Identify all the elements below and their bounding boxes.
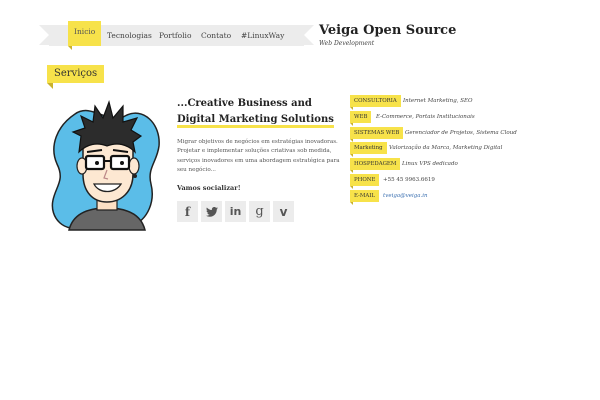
intro-headline-line2: Digital Marketing Solutions <box>177 114 334 128</box>
service-value: E-Commerce, Portais Institucionais <box>376 113 475 120</box>
avatar <box>51 99 160 231</box>
intro-headline: ...Creative Business and Digital Marketi… <box>177 96 347 128</box>
google-plus-icon: g <box>255 204 264 219</box>
list-item: Marketing Valorização da Marca, Marketin… <box>350 142 550 158</box>
list-item: HOSPEDAGEM Linux VPS dedicado <box>350 158 550 174</box>
list-item: PHONE +55 45 9963.6619 <box>350 173 550 190</box>
service-value: Valorização da Marca, Marketing Digital <box>389 145 503 152</box>
social-label: Vamos socializar! <box>177 184 241 192</box>
section-title: Serviços <box>47 65 105 89</box>
nav-item-inicio[interactable]: Inicio <box>68 21 102 50</box>
service-label: SISTEMAS WEB <box>350 126 404 142</box>
service-label: Marketing <box>350 142 387 158</box>
list-item: SISTEMAS WEB Gerenciador de Projetos, Si… <box>350 126 550 143</box>
service-label: HOSPEDAGEM <box>350 158 401 174</box>
vimeo-icon: v <box>279 204 288 219</box>
linkedin-button[interactable]: in <box>225 201 246 222</box>
service-value: Gerenciador de Projetos, Sistema Cloud <box>405 129 517 136</box>
nav-item-linuxway[interactable]: #LinuxWay <box>241 25 284 46</box>
nav-item-contato[interactable]: Contato <box>201 25 231 46</box>
phone-value: +55 45 9963.6619 <box>383 176 435 183</box>
twitter-icon <box>205 206 218 217</box>
main-nav: Inicio Tecnologias Portfolio Contato #Li… <box>39 21 314 50</box>
list-item: E-MAIL tveiga@veiga.in <box>350 189 550 206</box>
vimeo-button[interactable]: v <box>273 201 294 222</box>
service-value: Linux VPS dedicado <box>402 161 458 168</box>
service-label: CONSULTORIA <box>350 95 401 110</box>
site-tagline: Web Development <box>319 40 375 47</box>
intro-description: Migrar objetivos de negócios em estratég… <box>177 139 340 173</box>
facebook-icon: f <box>184 204 191 219</box>
linkedin-icon: in <box>229 205 242 218</box>
social-links: f in g v <box>177 201 294 222</box>
service-label: E-MAIL <box>350 189 379 205</box>
service-label: PHONE <box>350 173 380 189</box>
google-plus-button[interactable]: g <box>249 201 270 222</box>
service-value: Internet Marketing, SEO <box>403 98 473 104</box>
intro-headline-line1: ...Creative Business and <box>177 98 312 109</box>
facebook-button[interactable]: f <box>177 201 198 222</box>
site-title[interactable]: Veiga Open Source <box>319 23 456 38</box>
twitter-button[interactable] <box>201 201 222 222</box>
list-item: WEB E-Commerce, Portais Institucionais <box>350 110 550 127</box>
service-label: WEB <box>350 110 372 126</box>
email-link[interactable]: tveiga@veiga.in <box>383 190 428 202</box>
services-list: CONSULTORIA Internet Marketing, SEO WEB … <box>350 95 550 206</box>
list-item: CONSULTORIA Internet Marketing, SEO <box>350 95 550 111</box>
nav-item-tecnologias[interactable]: Tecnologias <box>107 25 152 46</box>
nav-item-portfolio[interactable]: Portfolio <box>159 25 191 46</box>
